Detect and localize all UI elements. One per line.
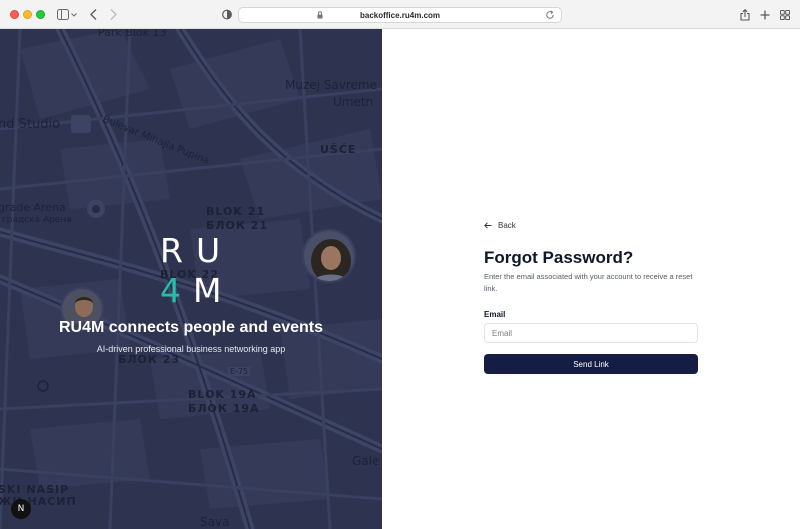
map-label: BLOK 19A (188, 388, 257, 401)
hero-title: RU4M connects people and events (58, 319, 324, 336)
browser-forward-button[interactable] (106, 7, 120, 22)
url-text: backoffice.ru4m.com (359, 10, 441, 20)
logo-letter: U (196, 231, 221, 270)
back-link[interactable]: Back (484, 220, 516, 230)
send-link-button[interactable]: Send Link (484, 354, 698, 374)
arrow-left-icon (484, 221, 492, 229)
email-label: Email (484, 310, 506, 319)
map-label: nd Studio (0, 117, 61, 132)
minimize-window-button[interactable] (23, 10, 32, 19)
back-label: Back (498, 220, 516, 230)
map-label: БЛОК 23 (118, 353, 180, 366)
shield-icon (222, 9, 232, 20)
map-label: UŠĆE (320, 143, 357, 156)
sidebar-toggle-button[interactable] (54, 7, 80, 22)
back-arrow-icon (89, 9, 96, 20)
form-description: Enter the email associated with your acc… (484, 272, 693, 293)
member-avatar (302, 229, 356, 283)
tab-overview-button[interactable] (778, 7, 792, 22)
hero-subtitle: AI-driven professional business networki… (96, 344, 286, 354)
tabs-grid-icon (780, 9, 790, 20)
map-label: BLOK 21 (206, 205, 266, 218)
map-label: grade Arena (0, 201, 66, 214)
reload-icon[interactable] (545, 10, 555, 20)
hero-panel: Park Blok 13 Bulevar Mihajla Pupina Muze… (0, 29, 382, 529)
map-label: БЛОК 19A (188, 402, 260, 415)
forward-arrow-icon (110, 9, 117, 20)
lock-icon (317, 11, 323, 19)
share-icon (740, 8, 750, 21)
map-label: Muzej Savreme (285, 78, 377, 92)
map-label: Gale (352, 454, 380, 468)
chevron-down-icon (71, 12, 77, 17)
logo-letter: M (193, 271, 222, 310)
address-bar[interactable]: backoffice.ru4m.com (238, 7, 562, 23)
nextjs-dev-badge[interactable]: N (11, 499, 31, 519)
page-title: Forgot Password? (484, 248, 634, 267)
share-button[interactable] (738, 7, 752, 22)
browser-toolbar: backoffice.ru4m.com (0, 0, 800, 29)
plus-icon (760, 10, 770, 19)
privacy-report-button[interactable] (220, 7, 234, 22)
road-shield: E-75 (228, 367, 251, 376)
map-label: Umetn (333, 95, 374, 109)
new-tab-button[interactable] (758, 7, 772, 22)
email-input[interactable] (484, 323, 698, 343)
map-label: градска Арена (2, 215, 72, 225)
close-window-button[interactable] (10, 10, 19, 19)
browser-back-button[interactable] (86, 7, 100, 22)
sidebar-icon (57, 9, 69, 20)
zoom-window-button[interactable] (36, 10, 45, 19)
logo-letter: R (160, 231, 183, 270)
map-label: Park Blok 13 (98, 29, 167, 39)
map-label: Sava (200, 515, 230, 529)
logo-letter: 4 (160, 271, 181, 310)
ru4m-logo: R U 4 M (160, 231, 226, 310)
